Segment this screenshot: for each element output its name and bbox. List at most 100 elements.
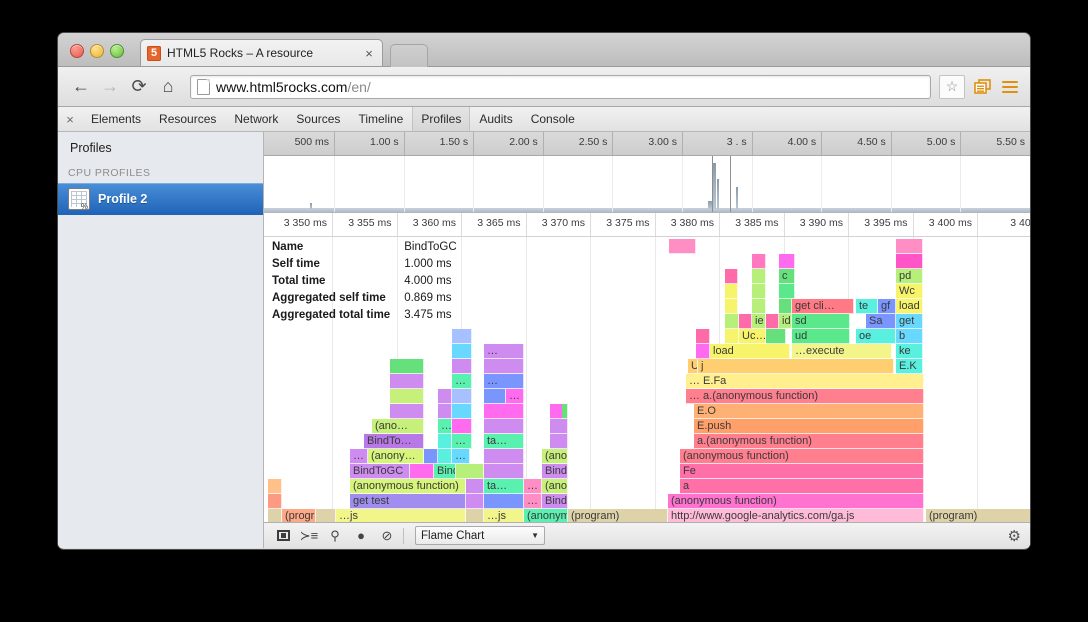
flame-bar[interactable] — [456, 464, 484, 479]
record-icon[interactable]: ● — [348, 526, 374, 546]
flame-bar[interactable] — [896, 254, 923, 269]
tab-console[interactable]: Console — [522, 107, 584, 131]
flame-bar[interactable] — [696, 329, 710, 344]
search-icon[interactable]: ⚲ — [322, 526, 348, 546]
tab-elements[interactable]: Elements — [82, 107, 150, 131]
overview-graph[interactable] — [264, 156, 1030, 213]
flame-bar[interactable]: j — [698, 359, 894, 374]
flame-bar[interactable] — [725, 314, 739, 329]
flame-bar[interactable] — [725, 329, 739, 344]
tab-audits[interactable]: Audits — [470, 107, 521, 131]
flame-bar[interactable]: E.push — [694, 419, 924, 434]
flame-bar[interactable]: gf — [878, 299, 896, 314]
flame-bar[interactable] — [779, 284, 795, 299]
flame-bar[interactable] — [696, 344, 710, 359]
flame-bar[interactable] — [390, 374, 424, 389]
tab-profiles[interactable]: Profiles — [412, 107, 470, 131]
flame-bar[interactable] — [669, 239, 696, 254]
flame-bar[interactable]: … — [484, 344, 524, 359]
flame-bar[interactable] — [466, 479, 484, 494]
flame-bar[interactable]: ta… — [484, 479, 524, 494]
flame-bar[interactable]: oe — [856, 329, 896, 344]
flame-bar[interactable]: BindTo… — [364, 434, 424, 449]
flame-bar[interactable]: a.(anonymous function) — [694, 434, 924, 449]
window-maximize-button[interactable] — [110, 44, 124, 58]
address-bar[interactable]: www.html5rocks.com/en/ — [190, 75, 931, 99]
flame-bar[interactable]: (anonymous function) — [680, 449, 924, 464]
flame-bar[interactable] — [550, 419, 568, 434]
flame-bar[interactable]: Bindi… — [434, 464, 456, 479]
flame-bar[interactable]: Bind… — [542, 464, 568, 479]
flame-bar[interactable]: get test — [350, 494, 466, 509]
window-minimize-button[interactable] — [90, 44, 104, 58]
flame-bar[interactable] — [752, 284, 766, 299]
flame-bar[interactable] — [484, 464, 524, 479]
flame-bar[interactable] — [268, 479, 282, 494]
tab-resources[interactable]: Resources — [150, 107, 225, 131]
flame-bar[interactable] — [438, 389, 452, 404]
flame-bar[interactable]: a — [680, 479, 924, 494]
flame-bar[interactable] — [316, 509, 336, 522]
flame-bar[interactable] — [452, 404, 472, 419]
flame-bar[interactable]: b — [896, 329, 923, 344]
flame-bar[interactable] — [390, 359, 424, 374]
flame-bar[interactable]: (anonymo… — [524, 509, 568, 522]
flame-bar[interactable]: (ano… — [542, 479, 568, 494]
flame-bar[interactable]: Sa — [866, 314, 896, 329]
tab-network[interactable]: Network — [225, 107, 287, 131]
overview-selection-window[interactable] — [712, 156, 731, 212]
flame-bar[interactable]: (program) — [568, 509, 668, 522]
flame-bar[interactable]: load — [710, 344, 790, 359]
flame-bar[interactable] — [562, 404, 568, 419]
flame-bar[interactable]: id — [779, 314, 792, 329]
console-drawer-icon[interactable]: ≻≡ — [296, 526, 322, 546]
flame-bar[interactable] — [484, 449, 524, 464]
flame-bar[interactable] — [466, 509, 484, 522]
flame-bar[interactable]: http://www.google-analytics.com/ga.js — [668, 509, 924, 522]
flame-bar[interactable]: get cli… — [792, 299, 854, 314]
flame-bar[interactable]: pd — [896, 269, 923, 284]
flame-bar[interactable] — [550, 434, 568, 449]
flame-bar[interactable] — [725, 284, 738, 299]
flame-bar[interactable]: … — [452, 449, 470, 464]
flame-bar[interactable] — [390, 404, 424, 419]
sidebar-item-profile-2[interactable]: Profile 2 — [58, 183, 263, 215]
view-type-select[interactable]: Flame Chart ▼ — [415, 526, 545, 545]
flame-bar[interactable] — [484, 494, 524, 509]
flame-bar[interactable]: (anonymous function) — [668, 494, 924, 509]
flame-bar[interactable] — [484, 419, 524, 434]
flame-bar[interactable]: … — [438, 419, 452, 434]
flame-bar[interactable] — [779, 299, 792, 314]
flame-bar[interactable] — [438, 404, 452, 419]
flame-bar[interactable]: Fe — [680, 464, 924, 479]
flame-bar[interactable] — [484, 389, 506, 404]
flame-bar[interactable]: ud — [792, 329, 850, 344]
flame-bar[interactable] — [452, 419, 472, 434]
browser-tab[interactable]: HTML5 Rocks – A resource × — [140, 39, 383, 66]
flame-bar[interactable]: (program) — [926, 509, 1030, 522]
flame-bar[interactable]: (anony… — [368, 449, 424, 464]
flame-bar[interactable]: … E.Fa — [686, 374, 924, 389]
clear-icon[interactable]: ⊘ — [374, 526, 400, 546]
flame-bar[interactable] — [410, 464, 434, 479]
flame-bar[interactable] — [739, 314, 752, 329]
bookmark-star-icon[interactable]: ☆ — [939, 75, 965, 99]
flame-bar[interactable]: (ano… — [542, 449, 568, 464]
dock-to-bottom-icon[interactable] — [270, 526, 296, 546]
flame-bar[interactable] — [452, 344, 472, 359]
back-icon[interactable]: ← — [68, 74, 94, 100]
flame-bar[interactable]: Uc… — [739, 329, 766, 344]
flame-bar[interactable]: ta… — [484, 434, 524, 449]
flame-bar[interactable]: Wc — [896, 284, 923, 299]
flame-bar[interactable] — [766, 314, 779, 329]
flame-bar[interactable] — [752, 269, 766, 284]
flame-bar[interactable] — [896, 239, 923, 254]
flame-bar[interactable]: E.O — [694, 404, 924, 419]
settings-gear-icon[interactable]: ⚙ — [1008, 527, 1021, 545]
flame-bar[interactable] — [725, 299, 738, 314]
flame-bar[interactable]: … — [452, 434, 472, 449]
flame-bar[interactable]: … a.(anonymous function) — [686, 389, 924, 404]
flame-bar[interactable] — [390, 389, 424, 404]
flame-bar[interactable]: …execute — [792, 344, 892, 359]
flame-bar[interactable]: … — [524, 479, 542, 494]
